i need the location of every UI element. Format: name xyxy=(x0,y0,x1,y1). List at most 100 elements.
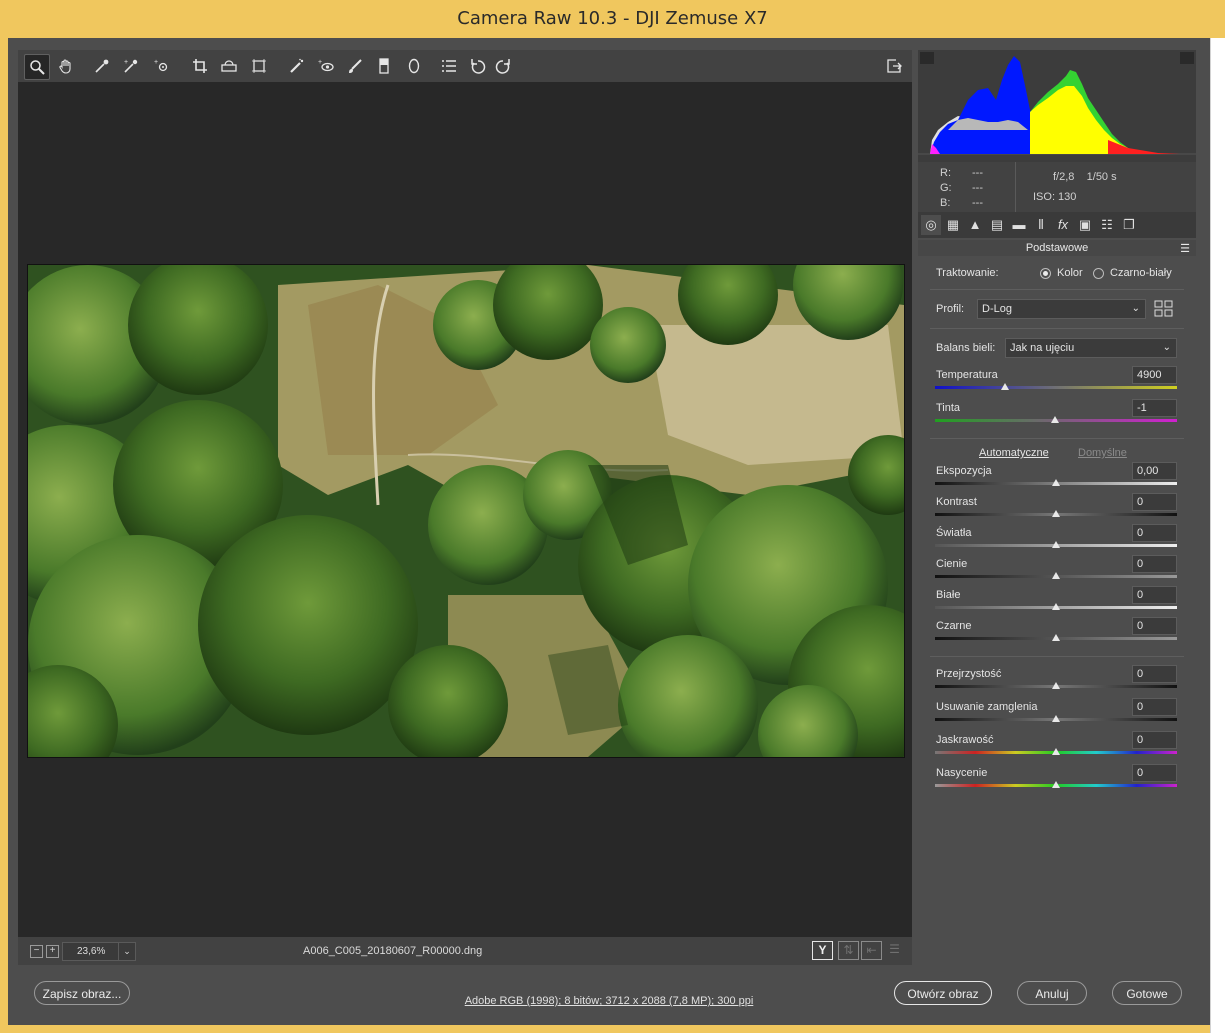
red-eye-icon[interactable]: + xyxy=(314,54,338,78)
slider-thumb[interactable] xyxy=(1052,603,1060,610)
slider-thumb[interactable] xyxy=(1052,479,1060,486)
tab-tone-curve-grid-icon[interactable]: ▦ xyxy=(943,215,963,235)
slider-value-field[interactable]: 0 xyxy=(1132,555,1177,573)
g-label: G: xyxy=(940,182,952,194)
profile-select[interactable]: D-Log ⌄ xyxy=(977,299,1146,319)
slider-value-field[interactable]: 0 xyxy=(1132,617,1177,635)
targeted-adjustment-icon[interactable]: + xyxy=(150,54,174,78)
chevron-down-icon: ⌄ xyxy=(118,943,135,960)
slider-value-field[interactable]: 0 xyxy=(1132,764,1177,782)
slider-label: Nasycenie xyxy=(936,767,988,779)
treatment-label: Traktowanie: xyxy=(936,267,999,279)
slider-thumb[interactable] xyxy=(1052,541,1060,548)
spot-removal-icon[interactable] xyxy=(285,54,309,78)
default-button[interactable]: Domyślne xyxy=(1078,447,1127,459)
chevron-down-icon: ⌄ xyxy=(1162,342,1171,353)
copy-settings-icon[interactable]: ⇤ xyxy=(861,941,882,960)
white-balance-eyedropper-icon[interactable] xyxy=(90,54,114,78)
preferences-list-icon[interactable] xyxy=(437,54,461,78)
slider-value-field[interactable]: 0,00 xyxy=(1132,462,1177,480)
preview-image[interactable] xyxy=(27,264,905,758)
slider-value-field[interactable]: 0 xyxy=(1132,586,1177,604)
slider-thumb[interactable] xyxy=(1001,383,1010,390)
b-label: B: xyxy=(940,197,951,209)
tab-basic-aperture-icon[interactable]: ◎ xyxy=(921,215,941,235)
tab-detail-mountain-icon[interactable]: ▲ xyxy=(965,215,985,235)
zoom-tool-icon[interactable] xyxy=(24,54,50,80)
tab-calibration-film-icon[interactable]: ▣ xyxy=(1075,215,1095,235)
auto-button[interactable]: Automatyczne xyxy=(979,447,1049,459)
slider-thumb[interactable] xyxy=(1052,634,1060,641)
straighten-tool-icon[interactable] xyxy=(217,54,241,78)
done-button[interactable]: Gotowe xyxy=(1112,981,1182,1005)
cancel-button[interactable]: Anuluj xyxy=(1017,981,1087,1005)
slider-value-field[interactable]: 0 xyxy=(1132,731,1177,749)
rotate-ccw-icon[interactable] xyxy=(466,54,490,78)
profile-value: D-Log xyxy=(982,303,1012,315)
slider-value-field[interactable]: 0 xyxy=(1132,665,1177,683)
tab-snapshots-icon[interactable]: ❐ xyxy=(1119,215,1139,235)
slider-value-field[interactable]: 0 xyxy=(1132,698,1177,716)
panel-menu-icon[interactable]: ☰ xyxy=(1180,241,1190,257)
status-bar: − + 23,6% ⌄ A006_C005_20180607_R00000.dn… xyxy=(18,937,912,965)
slider-label: Usuwanie zamglenia xyxy=(936,701,1038,713)
aperture: f/2,8 xyxy=(1053,171,1075,183)
highlight-clipping-warning-icon[interactable] xyxy=(1180,52,1194,64)
profile-browser-grid-icon[interactable] xyxy=(1154,300,1174,318)
zoom-in-button[interactable]: + xyxy=(46,945,59,958)
color-sampler-icon[interactable]: + xyxy=(119,54,143,78)
divider xyxy=(930,656,1184,657)
slider-thumb[interactable] xyxy=(1052,781,1060,788)
dialog-footer: Zapisz obraz... Adobe RGB (1998); 8 bitó… xyxy=(8,965,1210,1025)
zoom-level-select[interactable]: 23,6% ⌄ xyxy=(62,942,136,961)
tab-effects-fx-icon[interactable]: fx xyxy=(1053,215,1073,235)
rgb-labels: R: G: B: xyxy=(940,166,952,211)
treatment-bw-label[interactable]: Czarno-biały xyxy=(1110,267,1172,279)
treatment-color-label[interactable]: Kolor xyxy=(1057,267,1083,279)
slider-value-field[interactable]: 4900 xyxy=(1132,366,1177,384)
slider-thumb[interactable] xyxy=(1052,510,1060,517)
open-image-button[interactable]: Otwórz obraz xyxy=(894,981,992,1005)
tab-hsl-icon[interactable]: ▤ xyxy=(987,215,1007,235)
shutter-speed: 1/50 s xyxy=(1086,171,1117,183)
slider-thumb[interactable] xyxy=(1052,748,1060,755)
radial-filter-icon[interactable] xyxy=(402,54,426,78)
tab-split-toning-icon[interactable]: ▬ xyxy=(1009,215,1029,235)
slider-thumb[interactable] xyxy=(1052,682,1060,689)
slider-thumb[interactable] xyxy=(1052,715,1060,722)
adjustment-brush-icon[interactable] xyxy=(343,54,367,78)
slider-value-field[interactable]: 0 xyxy=(1132,524,1177,542)
slider-thumb[interactable] xyxy=(1052,572,1060,579)
graduated-filter-icon[interactable] xyxy=(372,54,396,78)
slider-value-field[interactable]: -1 xyxy=(1132,399,1177,417)
swap-settings-icon[interactable]: ⇅ xyxy=(838,941,859,960)
rotate-cw-icon[interactable] xyxy=(491,54,515,78)
divider xyxy=(930,289,1184,290)
slider-thumb[interactable] xyxy=(1050,416,1059,423)
treatment-bw-radio[interactable] xyxy=(1093,268,1104,279)
svg-text:+: + xyxy=(154,59,158,66)
tab-presets-sliders-icon[interactable]: ☷ xyxy=(1097,215,1117,235)
toggle-settings-icon[interactable]: ☰ xyxy=(885,941,904,958)
toolbar: + + + xyxy=(18,50,912,82)
hand-tool-icon[interactable] xyxy=(54,54,78,78)
slider-label: Jaskrawość xyxy=(936,734,994,746)
pixel-readout: R: G: B: --- --- --- f/2,8 1/50 s ISO: 1… xyxy=(918,162,1196,212)
window-title: Camera Raw 10.3 - DJI Zemuse X7 xyxy=(457,8,768,29)
treatment-color-radio[interactable] xyxy=(1040,268,1051,279)
slider-value-field[interactable]: 0 xyxy=(1132,493,1177,511)
b-value: --- xyxy=(972,197,983,209)
divider xyxy=(930,328,1184,329)
zoom-level-value: 23,6% xyxy=(77,946,106,957)
transform-tool-icon[interactable] xyxy=(247,54,271,78)
white-balance-select[interactable]: Jak na ujęciu ⌄ xyxy=(1005,338,1177,358)
crop-tool-icon[interactable] xyxy=(188,54,212,78)
before-after-view-button[interactable]: Y xyxy=(812,941,833,960)
fullscreen-icon[interactable] xyxy=(882,54,906,78)
exposure-info: f/2,8 1/50 s xyxy=(1053,171,1117,183)
zoom-out-button[interactable]: − xyxy=(30,945,43,958)
tab-lens-icon[interactable]: ⦀ xyxy=(1031,215,1051,235)
slider-track[interactable] xyxy=(935,386,1177,389)
shadow-clipping-warning-icon[interactable] xyxy=(920,52,934,64)
rgb-values: --- --- --- xyxy=(972,166,983,211)
